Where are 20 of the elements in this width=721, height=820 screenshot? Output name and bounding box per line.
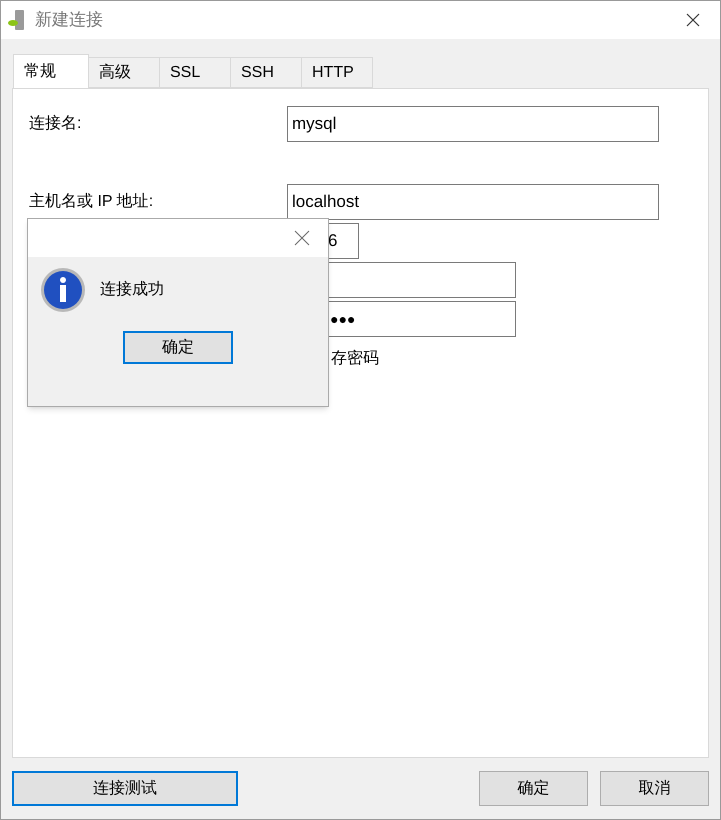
text-field[interactable]: mysql — [287, 106, 659, 142]
tab[interactable]: SSH — [231, 57, 302, 88]
dialog-button[interactable]: 连接测试 — [12, 771, 238, 806]
close-icon[interactable] — [294, 230, 310, 246]
dialog-button[interactable]: 确定 — [479, 771, 588, 806]
ok-button[interactable]: 确定 — [123, 331, 233, 364]
close-icon[interactable] — [686, 13, 700, 27]
tab[interactable]: 高级 — [89, 57, 160, 88]
field-label: 主机名或 IP 地址: — [29, 192, 154, 212]
dialog-button[interactable]: 取消 — [600, 771, 709, 806]
tab[interactable]: HTTP — [302, 57, 373, 88]
window-title: 新建连接 — [35, 9, 103, 32]
message-text: 连接成功 — [100, 280, 164, 300]
tab[interactable]: 常规 — [13, 54, 89, 88]
database-plug-icon — [7, 9, 27, 31]
info-icon — [40, 267, 86, 313]
checkbox-label[interactable]: 存密码 — [331, 347, 708, 371]
field-label: 连接名: — [29, 114, 82, 134]
text-field[interactable]: localhost — [287, 184, 659, 220]
tab[interactable]: SSL — [160, 57, 231, 88]
